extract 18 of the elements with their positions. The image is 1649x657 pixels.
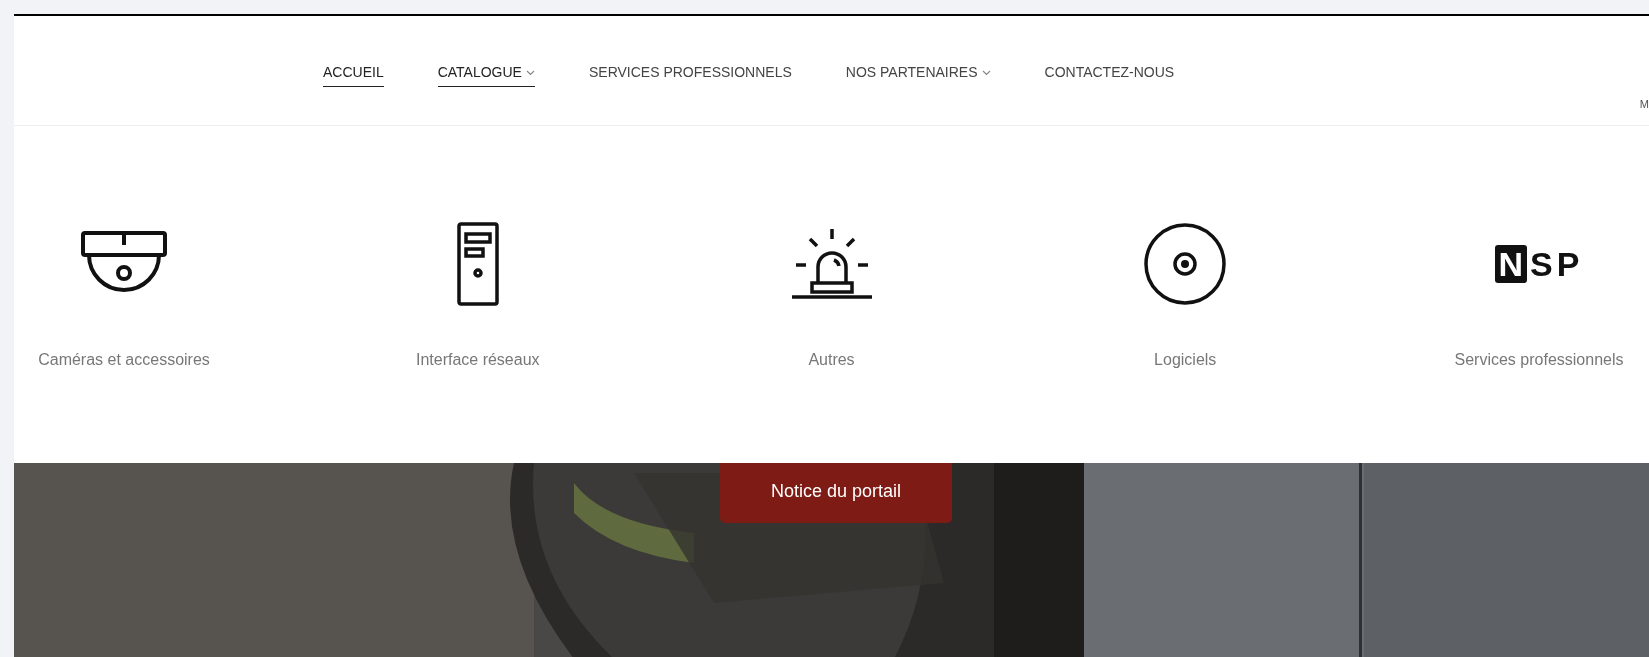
nav-text: M (1639, 97, 1649, 112)
nav-link[interactable]: CATALOGUE (437, 62, 535, 87)
chevron-down-icon (525, 69, 535, 76)
nav-link[interactable]: SERVICES PROFESSIONNELS (588, 62, 792, 87)
category-link[interactable]: Autres (808, 348, 855, 372)
nav-link[interactable]: NOS PARTENAIRES (845, 62, 991, 87)
alarm-light-icon (789, 227, 874, 301)
category-link[interactable]: Services professionnels (1454, 348, 1624, 372)
notice-button[interactable]: Notice du portail (720, 463, 952, 523)
logo: N SP (1494, 245, 1584, 283)
nav-link[interactable]: ACCUEIL (323, 62, 384, 87)
disc-icon (1143, 222, 1228, 306)
nav-link[interactable]: CONTACTEZ-NOUS (1044, 62, 1175, 87)
category-link[interactable]: Interface réseaux (415, 348, 540, 372)
category-link[interactable]: Logiciels (1154, 348, 1217, 372)
chevron-down-icon (981, 69, 991, 76)
category-link[interactable]: Caméras et accessoires (38, 348, 210, 372)
computer-tower-icon (456, 222, 499, 306)
